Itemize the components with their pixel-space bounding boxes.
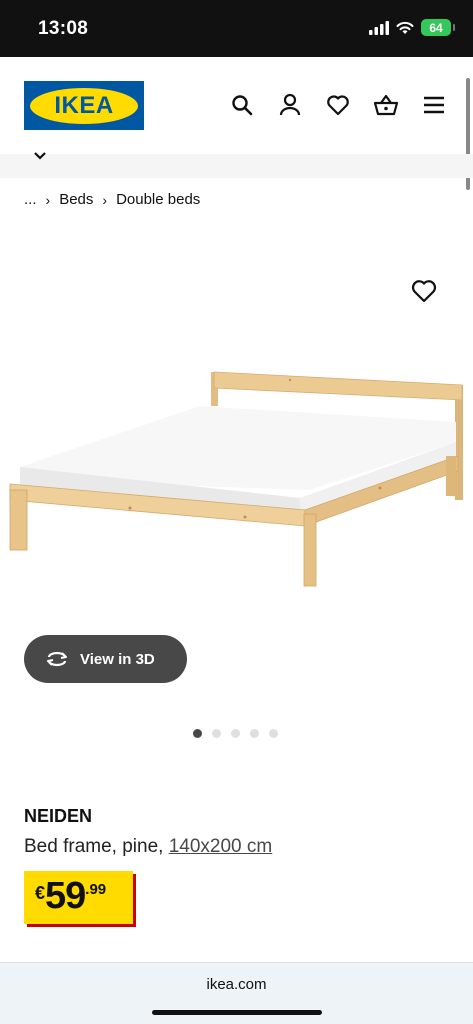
carousel-dots	[193, 729, 278, 738]
favourite-heart-icon[interactable]	[410, 277, 438, 305]
breadcrumb-item-double-beds[interactable]: Double beds	[116, 191, 200, 208]
price-currency: €	[35, 883, 46, 903]
carousel-dot[interactable]	[193, 729, 202, 738]
price-decimal: .99	[85, 881, 107, 898]
breadcrumb-item-beds[interactable]: Beds	[59, 191, 93, 208]
wood-knot	[243, 515, 247, 519]
leg-back-right	[446, 456, 456, 496]
carousel-dot[interactable]	[212, 729, 221, 738]
heart-icon	[327, 95, 349, 116]
browser-address-bar[interactable]: ikea.com	[0, 962, 473, 1024]
product-description: Bed frame, pine, 140x200 cm	[24, 836, 272, 858]
user-icon	[279, 93, 301, 116]
menu-button[interactable]	[420, 91, 448, 119]
leg-front-left	[9, 489, 28, 551]
browser-url[interactable]: ikea.com	[0, 976, 473, 993]
wood-knot	[288, 378, 292, 382]
search-button[interactable]	[228, 91, 256, 119]
wishlist-button[interactable]	[324, 91, 352, 119]
subnav-strip	[0, 151, 473, 178]
view-in-3d-label: View in 3D	[80, 650, 155, 668]
ikea-logo[interactable]: IKEA	[24, 81, 144, 130]
status-bar: 13:08 64	[0, 0, 473, 57]
home-indicator	[152, 1010, 322, 1015]
header-actions	[228, 91, 448, 119]
battery-level: 64	[429, 20, 443, 35]
search-icon	[232, 95, 253, 116]
hamburger-menu-icon	[424, 96, 444, 114]
carousel-dot[interactable]	[250, 729, 259, 738]
product-type: Bed frame, pine,	[24, 836, 164, 857]
battery-icon: 64	[421, 19, 455, 36]
account-button[interactable]	[276, 91, 304, 119]
site-header: IKEA	[0, 57, 473, 154]
view-in-3d-button[interactable]: View in 3D	[24, 635, 187, 683]
breadcrumb: ... › Beds › Double beds	[24, 191, 200, 208]
status-time: 13:08	[38, 18, 89, 39]
chevron-right-icon: ›	[102, 191, 108, 208]
product-image[interactable]	[0, 330, 473, 630]
status-icons: 64	[369, 19, 455, 36]
headboard	[213, 371, 463, 401]
product-size-link[interactable]: 140x200 cm	[169, 836, 273, 857]
rotate-3d-icon	[47, 651, 67, 667]
leg-front-right	[303, 513, 317, 587]
chevron-down-icon[interactable]	[33, 151, 47, 161]
price-integer: 59	[45, 875, 86, 917]
carousel-dot[interactable]	[231, 729, 240, 738]
product-name[interactable]: NEIDEN	[24, 806, 92, 827]
breadcrumb-ellipsis[interactable]: ...	[24, 191, 37, 208]
cart-button[interactable]	[372, 91, 400, 119]
price-tag: € 59 .99	[24, 871, 136, 927]
chevron-right-icon: ›	[45, 191, 51, 208]
basket-icon	[373, 94, 399, 116]
price-tag-face: € 59 .99	[24, 871, 133, 924]
wood-knot	[128, 506, 132, 510]
logo-text: IKEA	[54, 91, 114, 119]
carousel-dot[interactable]	[269, 729, 278, 738]
wood-knot	[378, 486, 382, 490]
signal-icon	[369, 20, 389, 35]
headboard-post-right	[455, 385, 463, 500]
wifi-icon	[396, 21, 414, 34]
logo-oval: IKEA	[30, 87, 138, 124]
